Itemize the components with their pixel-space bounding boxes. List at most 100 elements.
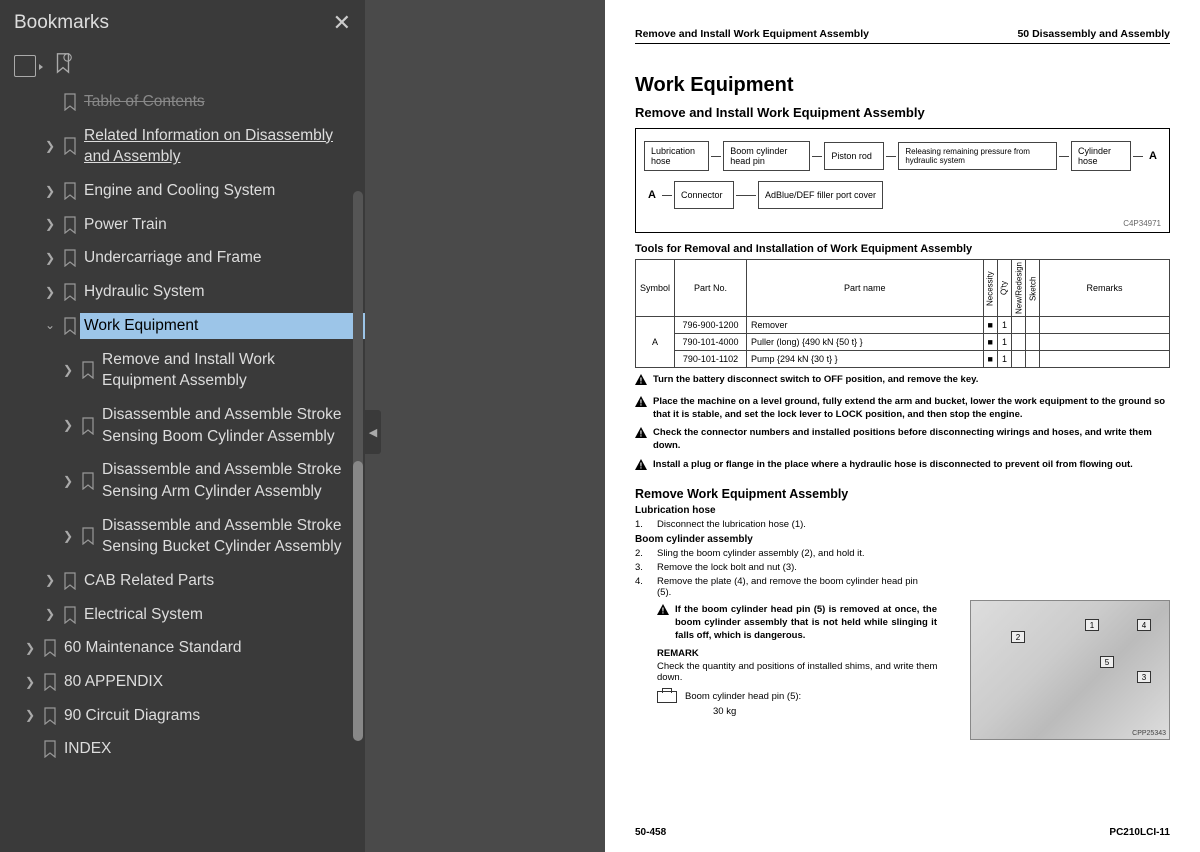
remove-heading: Remove Work Equipment Assembly xyxy=(635,487,1170,501)
options-icon[interactable] xyxy=(14,55,36,77)
bookmark-item[interactable]: ❯ 90 Circuit Diagrams xyxy=(0,699,365,733)
chevron-icon[interactable]: ❯ xyxy=(40,138,60,155)
bookmark-icon xyxy=(60,137,80,155)
warning-line: !Turn the battery disconnect switch to O… xyxy=(635,374,1170,390)
chevron-icon[interactable]: ❯ xyxy=(58,473,78,490)
bookmark-item[interactable]: ❯Related Information on Disassembly and … xyxy=(0,119,365,174)
bookmark-item[interactable]: ❯ Electrical System xyxy=(0,598,365,632)
collapse-sidebar-icon[interactable]: ◀ xyxy=(365,410,381,454)
bookmark-item[interactable]: ⌄ Work Equipment xyxy=(0,309,365,343)
footer-right: PC210LCI-11 xyxy=(1109,827,1170,838)
page-subtitle: Remove and Install Work Equipment Assemb… xyxy=(635,105,1170,120)
bookmarks-panel: Bookmarks ✕ Table of Contents ❯Related In… xyxy=(0,0,365,852)
svg-text:!: ! xyxy=(640,430,643,439)
page-title: Work Equipment xyxy=(635,74,1170,97)
document-gutter: ◀ xyxy=(365,0,605,852)
bookmark-label: Disassemble and Assemble Stroke Sensing … xyxy=(98,457,365,504)
page-footer: 50-458 PC210LCI-11 xyxy=(635,827,1170,838)
bookmark-icon xyxy=(78,417,98,435)
bookmark-item[interactable]: ❯CAB Related Parts xyxy=(0,564,365,598)
close-icon[interactable]: ✕ xyxy=(333,10,351,36)
table-row: 796-900-1200Remover■1 xyxy=(636,317,1170,334)
reference-photo: 2 1 4 5 3 CPP25343 xyxy=(970,600,1170,740)
chevron-icon[interactable]: ❯ xyxy=(40,284,60,301)
table-row: A790-101-4000Puller (long) {490 kN {50 t… xyxy=(636,334,1170,351)
chevron-icon[interactable]: ❯ xyxy=(40,183,60,200)
chevron-icon[interactable]: ❯ xyxy=(20,640,40,657)
bookmark-label: Hydraulic System xyxy=(80,279,365,305)
step: 1.Disconnect the lubrication hose (1). xyxy=(635,519,1170,530)
chevron-icon[interactable]: ❯ xyxy=(40,216,60,233)
th-symbol: Symbol xyxy=(636,260,675,317)
warning-icon: ! xyxy=(635,459,647,475)
svg-text:!: ! xyxy=(640,377,643,386)
bookmark-item[interactable]: ❯Engine and Cooling System xyxy=(0,174,365,208)
bookmark-label: INDEX xyxy=(60,736,365,762)
tools-table: Symbol Part No. Part name Necessity Q'ty… xyxy=(635,259,1170,368)
bookmark-label: Table of Contents xyxy=(80,91,365,115)
weight-icon xyxy=(657,691,677,703)
scrollbar-thumb[interactable] xyxy=(353,461,363,741)
sidebar-header: Bookmarks ✕ xyxy=(0,0,365,46)
bookmark-label: Work Equipment xyxy=(80,313,365,339)
photo-code: CPP25343 xyxy=(1132,730,1166,737)
bookmark-label: 90 Circuit Diagrams xyxy=(60,703,365,729)
th-partno: Part No. xyxy=(675,260,747,317)
step: 3.Remove the lock bolt and nut (3). xyxy=(635,562,1170,573)
bookmark-icon xyxy=(40,639,60,657)
diag-box: Piston rod xyxy=(824,142,884,170)
sec2-title: Boom cylinder assembly xyxy=(635,534,1170,545)
chevron-icon[interactable]: ❯ xyxy=(40,606,60,623)
bookmark-icon xyxy=(60,249,80,267)
table-row: 790-101-1102Pump {294 kN {30 t} }■1 xyxy=(636,351,1170,368)
header-left: Remove and Install Work Equipment Assemb… xyxy=(635,28,869,40)
bookmark-item[interactable]: ❯ Disassemble and Assemble Stroke Sensing… xyxy=(0,453,365,508)
bookmark-icon xyxy=(60,572,80,590)
chevron-icon[interactable]: ❯ xyxy=(58,362,78,379)
diag-box: Releasing remaining pressure from hydrau… xyxy=(898,142,1057,170)
remark-text: Check the quantity and positions of inst… xyxy=(657,661,947,683)
warning-line: !Place the machine on a level ground, fu… xyxy=(635,396,1170,422)
th-sketch: Sketch xyxy=(1026,260,1040,317)
svg-text:!: ! xyxy=(640,398,643,407)
warning-icon: ! xyxy=(635,427,647,453)
bookmark-item[interactable]: INDEX xyxy=(0,732,365,766)
bookmark-item[interactable]: ❯Disassemble and Assemble Stroke Sensing… xyxy=(0,509,365,564)
chevron-icon[interactable]: ❯ xyxy=(40,250,60,267)
chevron-icon[interactable]: ❯ xyxy=(40,572,60,589)
chevron-icon[interactable]: ❯ xyxy=(58,528,78,545)
th-necessity: Necessity xyxy=(983,260,997,317)
diag-connector-a: A xyxy=(644,189,660,201)
bookmark-tree: Table of Contents ❯Related Information on… xyxy=(0,91,365,852)
diag-box: Connector xyxy=(674,181,734,209)
footer-left: 50-458 xyxy=(635,827,666,838)
chevron-icon[interactable]: ❯ xyxy=(20,707,40,724)
svg-text:!: ! xyxy=(662,606,665,615)
step: 4.Remove the plate (4), and remove the b… xyxy=(635,576,1170,598)
bookmark-icon xyxy=(60,93,80,111)
document-page: Remove and Install Work Equipment Assemb… xyxy=(605,0,1200,852)
bookmark-item[interactable]: ❯Power Train xyxy=(0,208,365,242)
bookmark-item[interactable]: ❯Remove and Install Work Equipment Assem… xyxy=(0,343,365,398)
bookmark-icon xyxy=(60,182,80,200)
svg-text:!: ! xyxy=(640,462,643,471)
tools-heading: Tools for Removal and Installation of Wo… xyxy=(635,243,1170,255)
bookmark-item[interactable]: ❯60 Maintenance Standard xyxy=(0,631,365,665)
bookmark-tool-icon[interactable] xyxy=(52,52,74,79)
bookmark-item[interactable]: ❯80 APPENDIX xyxy=(0,665,365,699)
bookmark-label: Electrical System xyxy=(80,602,365,628)
warning-line: !Install a plug or flange in the place w… xyxy=(635,459,1170,475)
chevron-icon[interactable]: ⌄ xyxy=(40,317,60,334)
page-header: Remove and Install Work Equipment Assemb… xyxy=(635,28,1170,44)
bookmark-item[interactable]: ❯Undercarriage and Frame xyxy=(0,241,365,275)
bookmark-item[interactable]: Table of Contents xyxy=(0,91,365,119)
warning-icon: ! xyxy=(657,604,669,642)
inline-warning: ! If the boom cylinder head pin (5) is r… xyxy=(657,604,937,642)
bookmark-icon xyxy=(60,283,80,301)
bookmark-item[interactable]: ❯Disassemble and Assemble Stroke Sensing… xyxy=(0,398,365,453)
bookmark-item[interactable]: ❯ Hydraulic System xyxy=(0,275,365,309)
header-right: 50 Disassembly and Assembly xyxy=(1017,28,1170,40)
chevron-icon[interactable]: ❯ xyxy=(20,674,40,691)
th-remarks: Remarks xyxy=(1040,260,1170,317)
chevron-icon[interactable]: ❯ xyxy=(58,417,78,434)
